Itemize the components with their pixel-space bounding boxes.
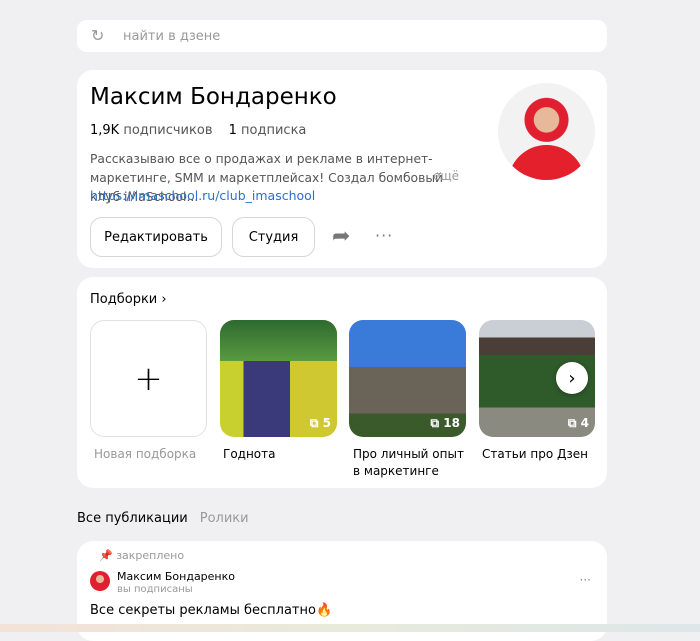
chevron-right-icon: ›: [568, 367, 576, 389]
search-bar[interactable]: ↻ найти в дзене: [77, 20, 607, 52]
collection-label: Статьи про Дзен: [482, 447, 589, 461]
tab-videos[interactable]: Ролики: [200, 511, 249, 526]
profile-name: Максим Бондаренко: [90, 84, 337, 110]
subscribers-label[interactable]: подписчиков: [123, 123, 212, 138]
profile-stats: 1,9K подписчиков 1 подписка: [90, 123, 318, 138]
collection-label: Про личный опыт в маркетинге: [353, 447, 464, 478]
avatar: [498, 83, 595, 180]
collection-count: ⧉ 4: [567, 416, 589, 430]
collection-count: ⧉ 18: [430, 416, 460, 430]
count-value: 4: [580, 416, 589, 430]
collections-title[interactable]: Подборки ›: [90, 292, 167, 307]
collection-tile[interactable]: ⧉ 18: [349, 320, 466, 437]
studio-button[interactable]: Студия: [232, 217, 315, 257]
pin-icon: 📌: [99, 549, 113, 562]
post-author-avatar[interactable]: [90, 571, 110, 591]
publication-tabs: Все публикации Ролики: [77, 511, 249, 526]
collections-title-text: Подборки: [90, 292, 158, 307]
post-author-status: вы подписаны: [117, 584, 193, 595]
count-value: 5: [322, 416, 331, 430]
new-collection-button[interactable]: +: [90, 320, 207, 437]
share-icon[interactable]: ➦: [332, 224, 350, 249]
subscribers-count[interactable]: 1,9K: [90, 123, 119, 138]
count-value: 18: [443, 416, 460, 430]
post-text[interactable]: Все секреты рекламы бесплатно🔥: [90, 603, 332, 618]
search-input[interactable]: найти в дзене: [123, 29, 220, 44]
collections-card: Подборки › + Новая подборка ⧉ 5 Годнота …: [77, 277, 607, 488]
search-icon: ↻: [91, 26, 105, 45]
bottom-strip: [0, 624, 700, 632]
plus-icon: +: [134, 358, 163, 399]
new-collection-label: Новая подборка: [94, 447, 197, 461]
collection-label: Годнота: [223, 447, 276, 461]
profile-link[interactable]: https://imaschool.ru/club_imaschool: [90, 188, 315, 203]
profile-card: Максим Бондаренко 1,9K подписчиков 1 под…: [77, 70, 607, 268]
more-options-icon[interactable]: ···: [375, 226, 393, 245]
collection-tile[interactable]: ⧉ 5: [220, 320, 337, 437]
chevron-right-icon: ›: [161, 292, 167, 307]
collection-count: ⧉ 5: [309, 416, 331, 430]
tab-all-publications[interactable]: Все публикации: [77, 511, 188, 526]
subscriptions-label[interactable]: подписка: [241, 123, 306, 138]
next-arrow-button[interactable]: ›: [556, 362, 588, 394]
subscriptions-count[interactable]: 1: [229, 123, 237, 138]
post-author-name[interactable]: Максим Бондаренко: [117, 570, 235, 583]
edit-button[interactable]: Редактировать: [90, 217, 222, 257]
pinned-text: закреплено: [116, 549, 185, 562]
bio-more-link[interactable]: ещё: [433, 169, 459, 183]
post-more-icon[interactable]: ···: [580, 573, 591, 587]
pinned-label: 📌 закреплено: [99, 549, 184, 562]
